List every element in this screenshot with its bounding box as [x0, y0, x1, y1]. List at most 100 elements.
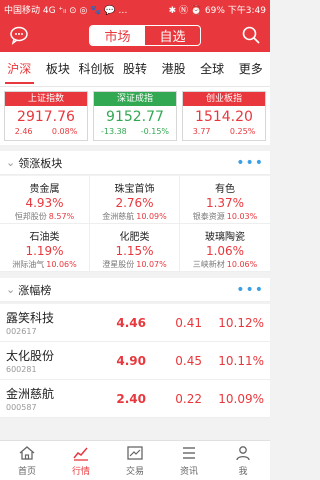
stock-price: 4.46: [116, 315, 146, 330]
sector-leader: 澄星股份: [102, 260, 135, 269]
top-gainers-header[interactable]: ⌄ 涨幅榜 •••: [0, 278, 270, 302]
segment-watchlist[interactable]: 自选: [145, 26, 200, 45]
sector-cell[interactable]: 贵金属 4.93% 恒邦股份 8.57%: [0, 176, 90, 224]
sector-leader: 三峡新材: [192, 260, 225, 269]
bottom-nav-label: 我: [238, 467, 248, 477]
gainers-list: 露笑科技 002617 4.46 0.41 10.12% 太化股份 600281 4…: [0, 304, 270, 418]
sector-percent: 2.76%: [115, 196, 154, 210]
tab-hk[interactable]: 港股: [154, 52, 193, 86]
table-row[interactable]: 露笑科技 002617 4.46 0.41 10.12%: [0, 304, 270, 342]
status-bar: 中国移动 4G ⁺ᵢₗ ⊙ ◎ 🐾 💬 … ✱ Ⓝ ⏰ 69% 下午3:49: [0, 0, 270, 18]
status-right: ✱ Ⓝ ⏰ 69% 下午3:49: [168, 5, 266, 16]
index-card-chinext[interactable]: 创业板指 1514.20 3.77 0.25%: [182, 91, 266, 141]
top-nav-bar: 市场 自选: [0, 18, 270, 52]
stock-change: 0.22: [175, 391, 202, 406]
sector-percent: 1.37%: [205, 196, 245, 210]
stock-percent: 10.11%: [218, 353, 264, 368]
home-icon: [19, 446, 35, 460]
index-value: 9152.77: [106, 109, 164, 125]
sector-leader: 金洲慈航: [102, 212, 135, 221]
sector-name: 石油类: [29, 232, 60, 243]
bottom-nav-label: 行情: [71, 467, 90, 477]
chat-icon[interactable]: [8, 24, 30, 46]
index-percent: 0.25%: [229, 127, 256, 136]
sector-leader-percent: 10.06%: [226, 260, 258, 269]
news-icon: [183, 447, 195, 459]
status-left: 中国移动 4G ⁺ᵢₗ ⊙ ◎ 🐾 💬 …: [4, 5, 128, 16]
index-cards: 上证指数 2917.76 2.46 0.08% 深证成指 9152.77 -13.…: [0, 87, 270, 145]
section-title: 涨幅榜: [18, 283, 52, 297]
bottom-nav-label: 首页: [17, 467, 36, 477]
tab-hushen[interactable]: 沪深: [0, 52, 39, 86]
index-value: 2917.76: [17, 109, 75, 125]
market-tabs: 沪深 板块 科创板 股转 港股 全球 更多: [0, 52, 270, 86]
bottom-nav-market[interactable]: 行情: [54, 441, 108, 480]
sector-leader-percent: 10.06%: [46, 260, 77, 269]
index-card-shenzhen[interactable]: 深证成指 9152.77 -13.38 -0.15%: [93, 91, 177, 141]
stock-percent: 10.12%: [218, 315, 264, 330]
market-segment-control: 市场 自选: [89, 25, 201, 46]
stock-name: 太化股份: [6, 349, 55, 363]
index-change: 3.77: [192, 127, 211, 136]
sector-percent: 4.93%: [25, 196, 64, 210]
tab-more[interactable]: 更多: [231, 52, 270, 86]
sector-name: 贵金属: [29, 184, 60, 195]
sector-cell[interactable]: 化肥类 1.15% 澄星股份 10.07%: [90, 224, 180, 272]
stock-code: 002617: [6, 327, 37, 336]
sector-leader-percent: 10.03%: [226, 212, 258, 221]
chart-icon: [73, 447, 88, 461]
index-value: 1514.20: [195, 109, 253, 125]
stock-name: 金洲慈航: [6, 387, 55, 401]
sector-cell[interactable]: 玻璃陶瓷 1.06% 三峡新材 10.06%: [180, 224, 270, 272]
segment-market[interactable]: 市场: [90, 26, 145, 45]
sector-percent: 1.19%: [25, 244, 64, 258]
stock-code: 000587: [6, 403, 37, 412]
section-title: 领涨板块: [18, 156, 63, 170]
index-percent: 0.08%: [51, 127, 78, 136]
stock-name: 露笑科技: [6, 311, 55, 325]
sector-cell[interactable]: 石油类 1.19% 洲际油气 10.06%: [0, 224, 90, 272]
sector-name: 有色: [215, 184, 235, 195]
more-dots-icon[interactable]: •••: [236, 282, 264, 298]
tab-sectors[interactable]: 板块: [39, 52, 78, 86]
table-row[interactable]: 太化股份 600281 4.90 0.45 10.11%: [0, 342, 270, 380]
bottom-nav-home[interactable]: 首页: [0, 441, 54, 480]
stock-price: 2.40: [116, 391, 146, 406]
bottom-nav-label: 交易: [125, 467, 144, 477]
bottom-nav-me[interactable]: 我: [216, 441, 270, 480]
sector-leader-percent: 8.57%: [48, 212, 75, 221]
search-icon[interactable]: [240, 24, 262, 46]
sector-leader: 银泰资源: [192, 212, 225, 221]
index-card-shanghai[interactable]: 上证指数 2917.76 2.46 0.08%: [4, 91, 88, 141]
more-dots-icon[interactable]: •••: [236, 155, 264, 171]
sector-percent: 1.06%: [205, 244, 245, 258]
sector-leader: 恒邦股份: [14, 212, 47, 221]
bottom-nav-news[interactable]: 资讯: [162, 441, 216, 480]
index-name: 创业板指: [183, 92, 265, 106]
tab-global[interactable]: 全球: [193, 52, 232, 86]
sector-cell[interactable]: 有色 1.37% 银泰资源 10.03%: [180, 176, 270, 224]
table-row[interactable]: 金洲慈航 000587 2.40 0.22 10.09%: [0, 380, 270, 418]
index-change: -13.38: [100, 127, 127, 136]
sector-leader-percent: 10.07%: [136, 260, 167, 269]
bottom-nav-trade[interactable]: 交易: [108, 441, 162, 480]
sector-percent: 1.15%: [115, 244, 154, 258]
chevron-down-icon: ⌄: [6, 283, 16, 296]
leading-sectors-header[interactable]: ⌄ 领涨板块 •••: [0, 151, 270, 175]
tab-neeq[interactable]: 股转: [116, 52, 155, 86]
stock-percent: 10.09%: [218, 391, 264, 406]
bottom-nav-label: 资讯: [179, 467, 198, 477]
stock-change: 0.41: [175, 315, 202, 330]
sector-name: 化肥类: [119, 232, 150, 243]
sector-cell[interactable]: 珠宝首饰 2.76% 金洲慈航 10.09%: [90, 176, 180, 224]
tab-star-market[interactable]: 科创板: [77, 52, 116, 86]
index-name: 上证指数: [5, 92, 87, 106]
index-change: 2.46: [14, 127, 33, 136]
chevron-down-icon: ⌄: [6, 156, 16, 169]
stock-price: 4.90: [116, 353, 146, 368]
sector-leader-percent: 10.09%: [136, 212, 167, 221]
sector-grid: 贵金属 4.93% 恒邦股份 8.57% 珠宝首饰 2.76% 金洲慈航 10.09…: [0, 176, 270, 272]
sector-leader: 洲际油气: [12, 260, 45, 269]
trade-icon: [127, 446, 143, 460]
stock-change: 0.45: [175, 353, 202, 368]
